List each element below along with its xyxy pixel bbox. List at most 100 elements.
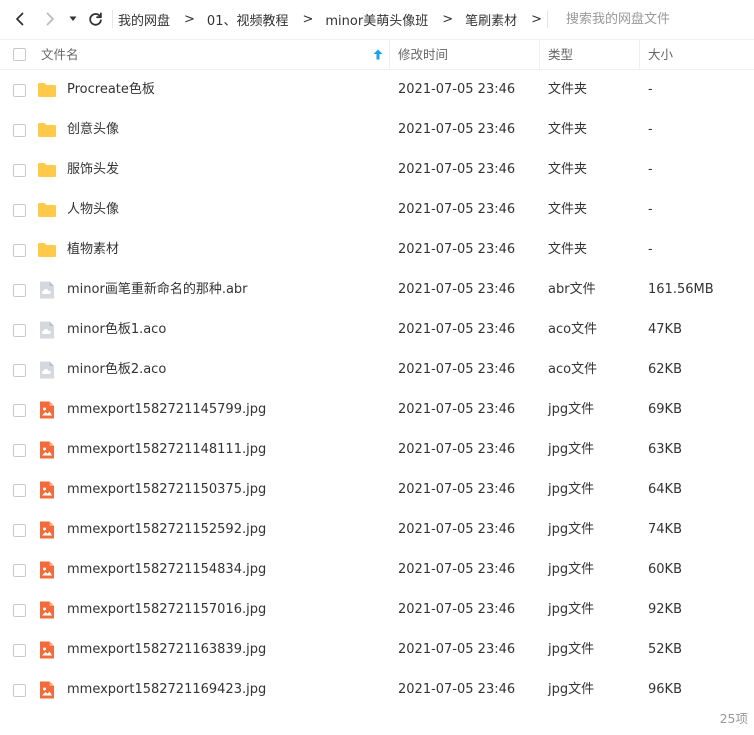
file-row[interactable]: 服饰头发 2021-07-05 23:46 文件夹 -: [0, 150, 754, 190]
file-name[interactable]: 人物头像: [67, 190, 119, 230]
image-file-icon: [37, 480, 57, 500]
row-checkbox[interactable]: [13, 204, 26, 217]
image-file-icon: [37, 400, 57, 420]
column-header-name[interactable]: 文件名: [41, 40, 79, 70]
file-type: jpg文件: [548, 402, 595, 417]
row-checkbox[interactable]: [13, 324, 26, 337]
file-row[interactable]: mmexport1582721150375.jpg 2021-07-05 23:…: [0, 470, 754, 510]
file-name[interactable]: 服饰头发: [67, 150, 119, 190]
file-name[interactable]: mmexport1582721145799.jpg: [67, 390, 266, 430]
search-input[interactable]: [566, 10, 746, 28]
row-checkbox[interactable]: [13, 444, 26, 457]
image-file-icon: [37, 640, 57, 660]
file-type: jpg文件: [548, 642, 595, 657]
file-modified-time: 2021-07-05 23:46: [398, 442, 516, 457]
row-checkbox[interactable]: [13, 684, 26, 697]
row-checkbox[interactable]: [13, 164, 26, 177]
folder-icon: [37, 120, 57, 140]
file-name[interactable]: Procreate色板: [67, 70, 155, 110]
file-row[interactable]: mmexport1582721157016.jpg 2021-07-05 23:…: [0, 590, 754, 630]
row-checkbox[interactable]: [13, 484, 26, 497]
file-name[interactable]: mmexport1582721152592.jpg: [67, 510, 266, 550]
column-header-size[interactable]: 大小: [648, 40, 673, 70]
file-size: 92KB: [648, 602, 682, 617]
history-dropdown-button[interactable]: [65, 9, 81, 29]
file-name[interactable]: minor色板1.aco: [67, 310, 166, 350]
sort-ascending-icon[interactable]: [373, 49, 383, 60]
file-row[interactable]: 创意头像 2021-07-05 23:46 文件夹 -: [0, 110, 754, 150]
file-size: 52KB: [648, 642, 682, 657]
folder-icon: [37, 160, 57, 180]
file-row[interactable]: Procreate色板 2021-07-05 23:46 文件夹 -: [0, 70, 754, 110]
column-header-type[interactable]: 类型: [548, 40, 573, 70]
cloud-file-icon: [37, 360, 57, 380]
row-checkbox[interactable]: [13, 84, 26, 97]
cloud-file-icon: [37, 320, 57, 340]
file-row[interactable]: 植物素材 2021-07-05 23:46 文件夹 -: [0, 230, 754, 270]
breadcrumb-item-course[interactable]: minor美萌头像班: [325, 10, 428, 29]
back-button[interactable]: [10, 9, 30, 29]
file-name[interactable]: 创意头像: [67, 110, 119, 150]
forward-button[interactable]: [40, 9, 60, 29]
row-checkbox[interactable]: [13, 524, 26, 537]
toolbar-divider: [112, 10, 113, 28]
file-name[interactable]: mmexport1582721148111.jpg: [67, 430, 266, 470]
file-name[interactable]: mmexport1582721150375.jpg: [67, 470, 266, 510]
file-list: Procreate色板 2021-07-05 23:46 文件夹 - 创意头像 …: [0, 70, 754, 710]
file-row[interactable]: minor画笔重新命名的那种.abr 2021-07-05 23:46 abr文…: [0, 270, 754, 310]
column-divider[interactable]: [389, 40, 390, 70]
file-list-header: 文件名 修改时间 类型 大小: [0, 39, 754, 70]
row-checkbox[interactable]: [13, 244, 26, 257]
file-row[interactable]: mmexport1582721148111.jpg 2021-07-05 23:…: [0, 430, 754, 470]
file-name[interactable]: 植物素材: [67, 230, 119, 270]
breadcrumb-separator: >: [184, 11, 195, 27]
file-name[interactable]: minor色板2.aco: [67, 350, 166, 390]
breadcrumb-item-video-tutorial[interactable]: 01、视频教程: [207, 10, 289, 29]
file-row[interactable]: mmexport1582721169423.jpg 2021-07-05 23:…: [0, 670, 754, 710]
row-checkbox[interactable]: [13, 124, 26, 137]
column-header-modified[interactable]: 修改时间: [398, 40, 448, 70]
file-modified-time: 2021-07-05 23:46: [398, 402, 516, 417]
file-row[interactable]: mmexport1582721163839.jpg 2021-07-05 23:…: [0, 630, 754, 670]
file-row[interactable]: mmexport1582721145799.jpg 2021-07-05 23:…: [0, 390, 754, 430]
file-name[interactable]: minor画笔重新命名的那种.abr: [67, 270, 248, 310]
row-checkbox[interactable]: [13, 604, 26, 617]
file-size: 63KB: [648, 442, 682, 457]
column-divider[interactable]: [539, 40, 540, 70]
image-file-icon: [37, 440, 57, 460]
row-checkbox[interactable]: [13, 404, 26, 417]
file-size: 161.56MB: [648, 282, 714, 297]
file-row[interactable]: mmexport1582721152592.jpg 2021-07-05 23:…: [0, 510, 754, 550]
column-divider[interactable]: [639, 40, 640, 70]
row-checkbox[interactable]: [13, 364, 26, 377]
chevron-left-icon: [16, 12, 24, 26]
breadcrumb-item-root[interactable]: 我的网盘: [118, 10, 170, 29]
file-name[interactable]: mmexport1582721157016.jpg: [67, 590, 266, 630]
file-row[interactable]: 人物头像 2021-07-05 23:46 文件夹 -: [0, 190, 754, 230]
file-type: jpg文件: [548, 562, 595, 577]
file-row[interactable]: minor色板1.aco 2021-07-05 23:46 aco文件 47KB: [0, 310, 754, 350]
file-size: -: [648, 162, 653, 177]
breadcrumb-item-current[interactable]: 笔刷素材: [465, 10, 517, 29]
file-size: -: [648, 122, 653, 137]
file-name[interactable]: mmexport1582721163839.jpg: [67, 630, 266, 670]
file-name[interactable]: mmexport1582721169423.jpg: [67, 670, 266, 710]
select-all-checkbox[interactable]: [13, 48, 26, 61]
item-count: 25项: [719, 711, 748, 726]
file-row[interactable]: minor色板2.aco 2021-07-05 23:46 aco文件 62KB: [0, 350, 754, 390]
file-size: 47KB: [648, 322, 682, 337]
caret-down-icon: [69, 16, 77, 21]
row-checkbox[interactable]: [13, 284, 26, 297]
breadcrumb: 我的网盘 > 01、视频教程 > minor美萌头像班 > 笔刷素材 >: [118, 0, 554, 38]
breadcrumb-expand[interactable]: >: [531, 12, 542, 27]
file-type: 文件夹: [548, 202, 588, 217]
row-checkbox[interactable]: [13, 564, 26, 577]
file-size: -: [648, 242, 653, 257]
refresh-button[interactable]: [85, 9, 105, 29]
file-row[interactable]: mmexport1582721154834.jpg 2021-07-05 23:…: [0, 550, 754, 590]
file-modified-time: 2021-07-05 23:46: [398, 162, 516, 177]
file-modified-time: 2021-07-05 23:46: [398, 602, 516, 617]
row-checkbox[interactable]: [13, 644, 26, 657]
file-name[interactable]: mmexport1582721154834.jpg: [67, 550, 266, 590]
folder-icon: [37, 240, 57, 260]
